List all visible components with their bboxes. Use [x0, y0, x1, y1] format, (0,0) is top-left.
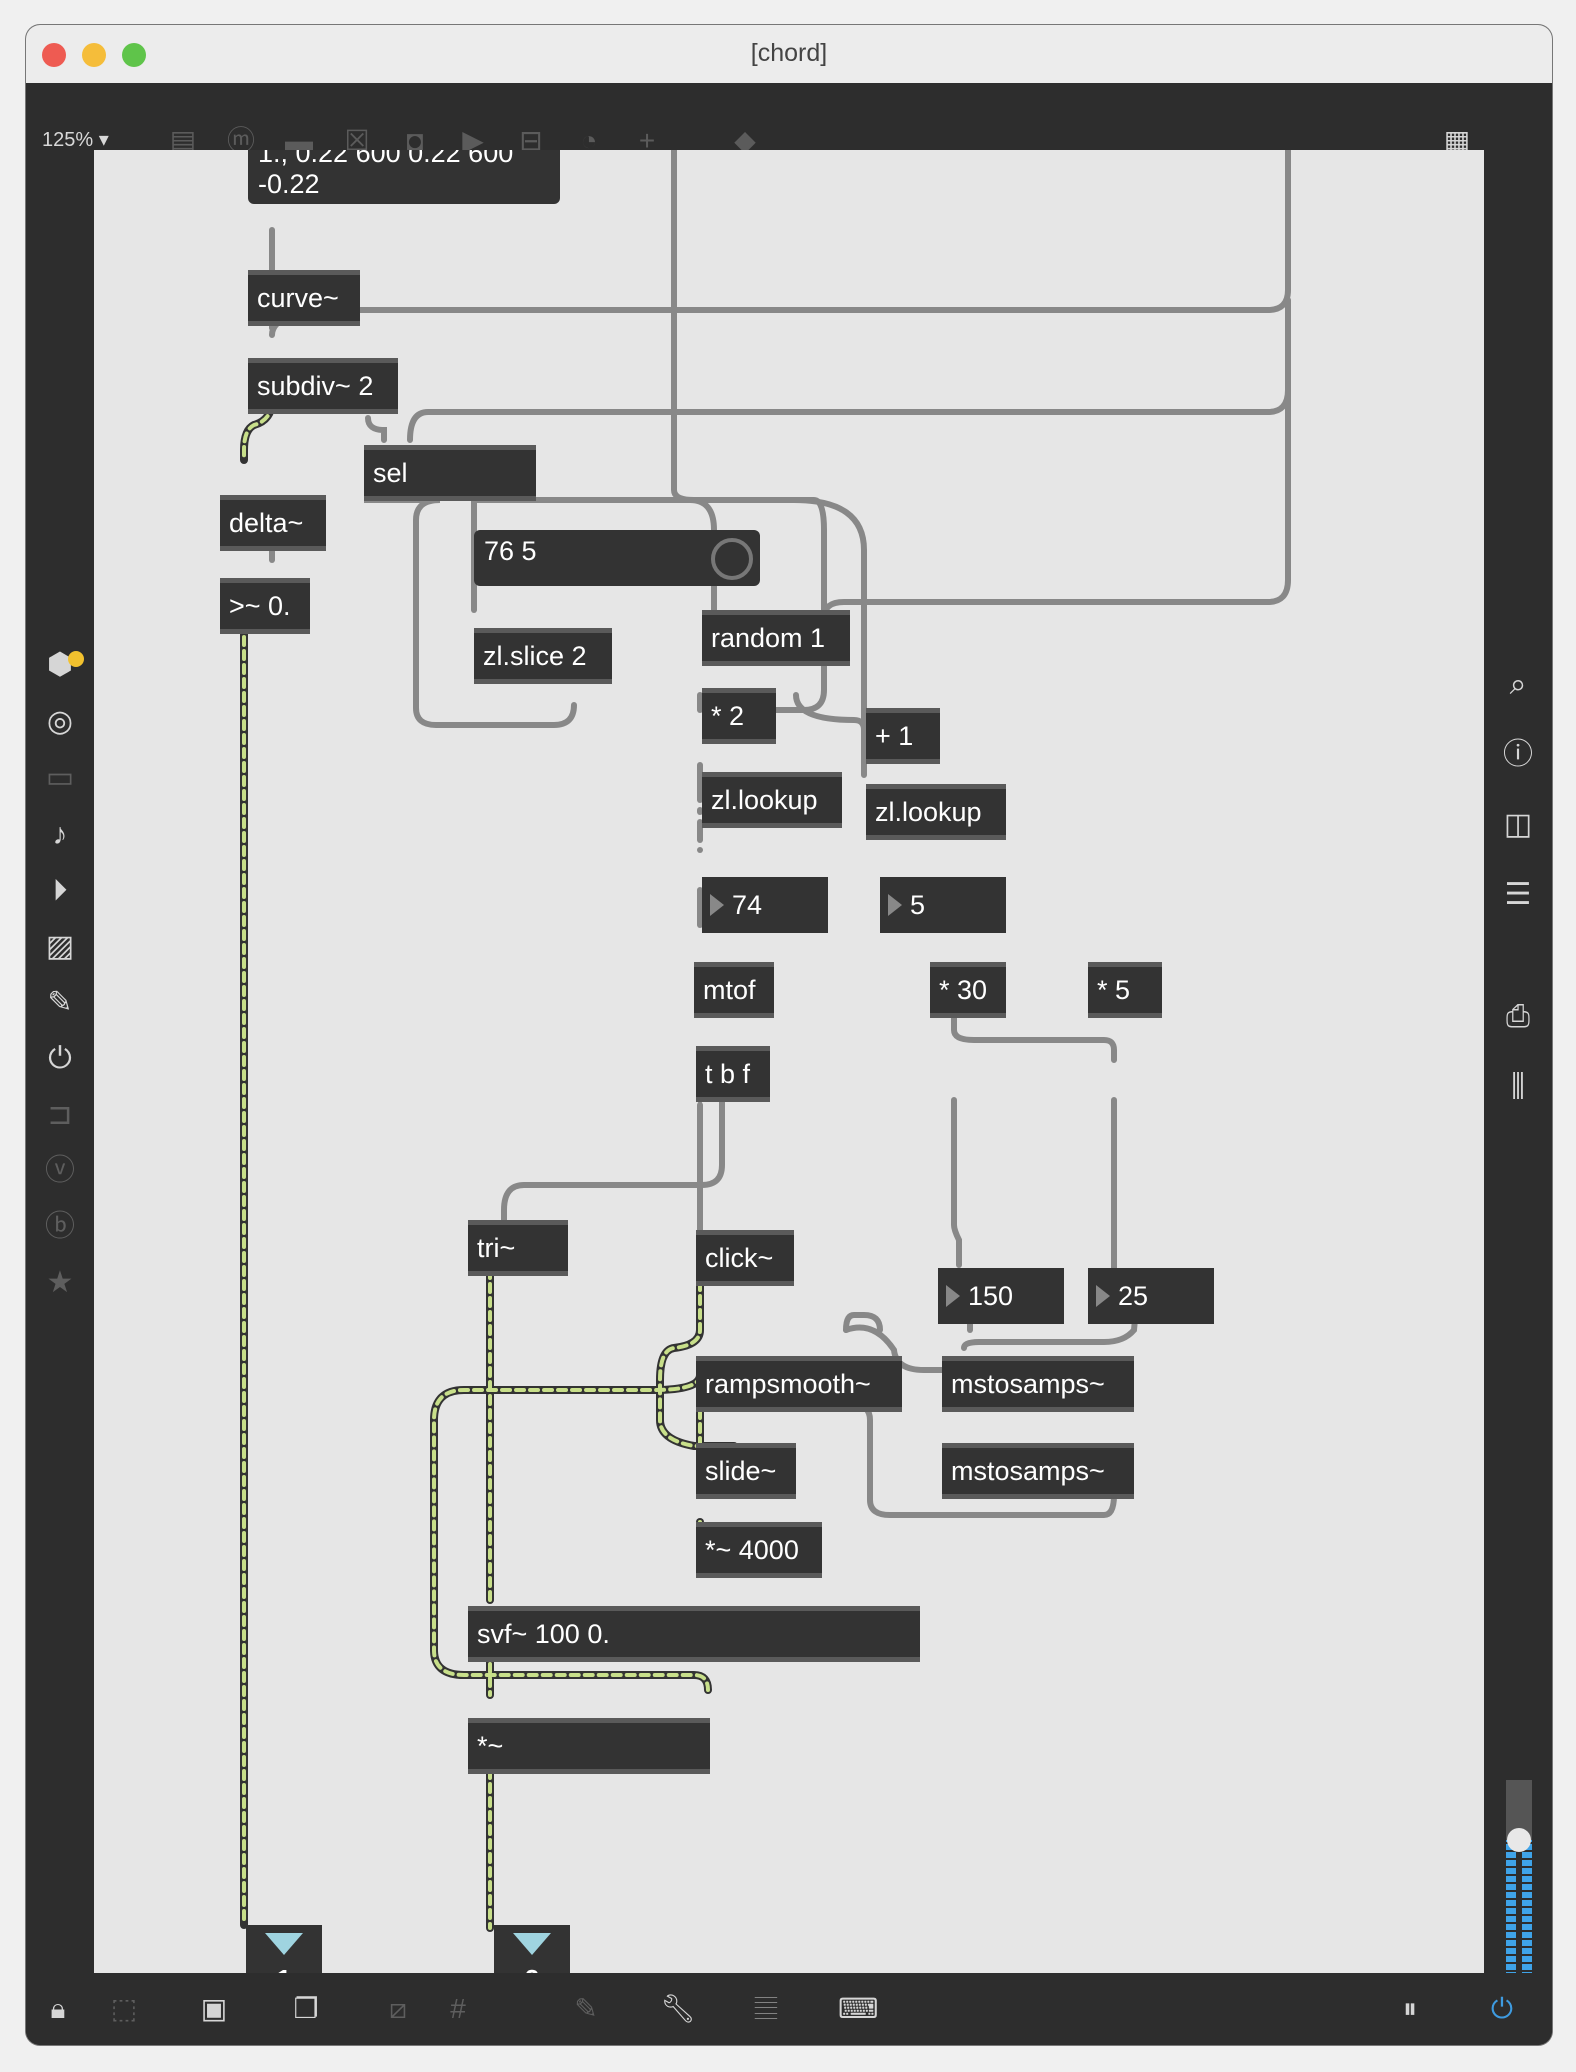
patch-cords — [240, 150, 1291, 1932]
object-multiply-signal[interactable]: *~ — [468, 1718, 710, 1774]
object-zl-slice[interactable]: zl.slice 2 — [474, 628, 612, 684]
bottom-toolbar: 🔒︎ ⬚ ▣ ❐ ⧄ # ✎ 🔧︎ 𝄚 ⌨ ⏸ ⏻ — [26, 1973, 1552, 2045]
audio-power-icon[interactable]: ⏻ — [1482, 1991, 1522, 2027]
select-arrow-icon[interactable]: ⬚ — [104, 1991, 144, 2027]
object-svf[interactable]: svf~ 100 0. — [468, 1606, 920, 1662]
film-icon[interactable]: ▭ — [40, 758, 80, 798]
hide-cords-icon[interactable]: ⧄ — [378, 1991, 418, 2027]
object-click[interactable]: click~ — [696, 1230, 794, 1286]
outlet-triangle-icon — [513, 1933, 551, 1955]
object-curve[interactable]: curve~ — [248, 270, 360, 326]
output-level-meter[interactable] — [1500, 1780, 1538, 1995]
outlet-2-label: 2 — [494, 1964, 570, 1973]
number-box-74[interactable]: 74 — [702, 877, 828, 933]
notification-dot — [68, 651, 84, 667]
right-sidebar: ⌕ ⓘ ◫ ☰ ⎙ ⫼ — [1484, 175, 1552, 1995]
object-zl-lookup-1[interactable]: zl.lookup — [702, 772, 842, 828]
outlet-2[interactable]: 2 — [494, 1925, 570, 1973]
connector-icon[interactable]: ⊐ — [40, 1095, 80, 1135]
object-trigger-b-f[interactable]: t b f — [696, 1046, 770, 1102]
object-times-2[interactable]: * 2 — [702, 688, 776, 744]
b-icon[interactable]: ⓑ — [40, 1207, 80, 1247]
outlet-triangle-icon — [265, 1933, 303, 1955]
presentation-icon[interactable]: ▣ — [194, 1991, 234, 2027]
outlet-1[interactable]: 1 — [246, 1925, 322, 1973]
object-times-5[interactable]: * 5 — [1088, 962, 1162, 1018]
object-subdiv[interactable]: subdiv~ 2 — [248, 358, 398, 414]
message-line-2: -0.22 — [258, 169, 320, 199]
number-box-5[interactable]: 5 — [880, 877, 1006, 933]
object-zl-lookup-2[interactable]: zl.lookup — [866, 784, 1006, 840]
star-icon[interactable]: ★ — [40, 1263, 80, 1303]
number-box-25[interactable]: 25 — [1088, 1268, 1214, 1324]
reference-book-icon[interactable]: ◫ — [1498, 805, 1538, 845]
target-icon[interactable]: ◎ — [40, 702, 80, 742]
volume-slider-knob[interactable] — [1507, 1828, 1531, 1852]
info-icon[interactable]: ⓘ — [1498, 735, 1538, 775]
windows-icon[interactable]: ❐ — [286, 1991, 326, 2027]
mixer-sliders-icon[interactable]: ⫼ — [1498, 1067, 1538, 1107]
piano-keys-icon[interactable]: 𝄚 — [746, 1991, 786, 2027]
message-box-76-5[interactable]: 76 5 — [474, 530, 714, 586]
object-plus-1[interactable]: + 1 — [866, 708, 940, 764]
zoom-level-dropdown[interactable]: 125% ▾ — [42, 127, 109, 152]
zoom-level-value: 125% — [42, 129, 94, 151]
object-rampsmooth[interactable]: rampsmooth~ — [696, 1356, 902, 1412]
dsp-pause-icon[interactable]: ⏸ — [1390, 1991, 1430, 2027]
object-random[interactable]: random 1 — [702, 610, 850, 666]
object-greater-equal[interactable]: >~ 0. — [220, 578, 310, 634]
search-icon[interactable]: ⌕ — [1498, 665, 1538, 705]
object-mstosamps-1[interactable]: mstosamps~ — [942, 1356, 1134, 1412]
object-times-30[interactable]: * 30 — [930, 962, 1006, 1018]
lock-icon[interactable]: 🔒︎ — [38, 1991, 78, 2027]
keyboard-icon[interactable]: ⌨ — [838, 1991, 878, 2027]
object-mtof[interactable]: mtof — [694, 962, 774, 1018]
message-line-1: 1., 0.22 600 0.22 600 — [258, 150, 514, 168]
snapshot-camera-icon[interactable]: ⎙ — [1498, 997, 1538, 1037]
number-box-150[interactable]: 150 — [938, 1268, 1064, 1324]
paperclip-icon[interactable]: ✎ — [40, 983, 80, 1023]
patcher-canvas[interactable]: 1., 0.22 600 0.22 600 -0.22 curve~ subdi… — [94, 150, 1484, 1973]
object-tri[interactable]: tri~ — [468, 1220, 568, 1276]
object-slide[interactable]: slide~ — [696, 1443, 796, 1499]
object-mstosamps-2[interactable]: mstosamps~ — [942, 1443, 1134, 1499]
attach-icon[interactable]: ✎ — [566, 1991, 606, 2027]
message-box-curve-params[interactable]: 1., 0.22 600 0.22 600 -0.22 — [248, 150, 560, 204]
outlet-1-label: 1 — [246, 1964, 322, 1973]
list-icon[interactable]: ☰ — [1498, 875, 1538, 915]
image-icon[interactable]: ▨ — [40, 927, 80, 967]
max-patcher-window: [chord] 125% ▾ ▤ ⓜ ▬ ☒ ◘ ▶ ⊟ ◔ + ◆ ▦ ⬢ ◎… — [26, 25, 1552, 2045]
grid-icon[interactable]: # — [438, 1991, 478, 2027]
object-delta[interactable]: delta~ — [220, 495, 326, 551]
plug-icon[interactable]: ⏻ — [40, 1039, 80, 1079]
video-icon[interactable]: ⏵ — [40, 871, 80, 911]
music-note-icon[interactable]: ♪ — [40, 815, 80, 855]
bang-button[interactable] — [702, 530, 760, 586]
window-title: [chord] — [750, 39, 828, 67]
v-icon[interactable]: ⓥ — [40, 1151, 80, 1191]
object-times-4000[interactable]: *~ 4000 — [696, 1522, 822, 1578]
title-bar: [chord] — [26, 25, 1552, 84]
bang-circle-icon — [711, 538, 753, 580]
left-sidebar: ⬢ ◎ ▭ ♪ ⏵ ▨ ✎ ⏻ ⊐ ⓥ ⓑ ★ — [26, 175, 94, 1995]
wrench-icon[interactable]: 🔧︎ — [658, 1991, 698, 2027]
object-sel[interactable]: sel — [364, 445, 536, 501]
chevron-down-icon: ▾ — [98, 129, 109, 151]
